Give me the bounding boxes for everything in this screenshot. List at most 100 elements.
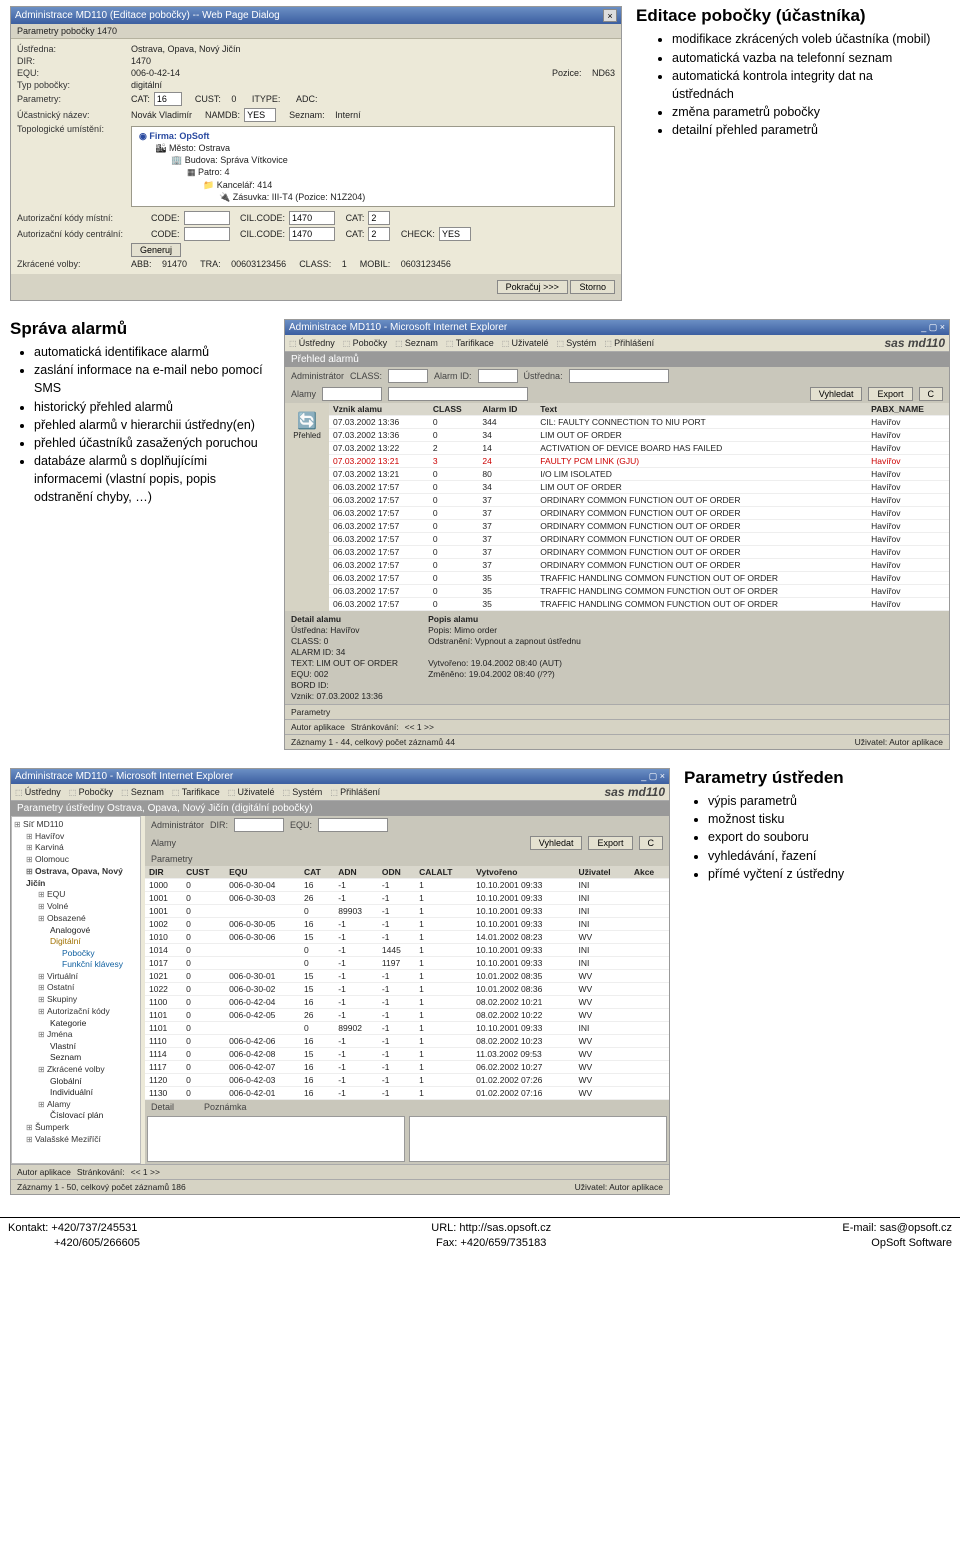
table-row[interactable]: 06.03.2002 17:57035TRAFFIC HANDLING COMM… (329, 597, 949, 610)
user-label: Uživatel: Autor aplikace (575, 1182, 663, 1192)
list-item: historický přehled alarmů (34, 398, 270, 416)
table-row[interactable]: 10220006-0-30-0215-1-1110.01.2002 08:36W… (145, 982, 669, 995)
refresh-icon[interactable]: 🔄 (285, 411, 329, 431)
menu-item[interactable]: Systém (557, 338, 597, 348)
table-row[interactable]: 10010089903-1110.10.2001 09:33INI (145, 904, 669, 917)
label: CIL.CODE: (240, 229, 285, 239)
search-button[interactable]: Vyhledat (530, 836, 583, 850)
ie-titlebar: Administrace MD110 - Microsoft Internet … (11, 769, 669, 784)
table-row[interactable]: 101700-11197110.10.2001 09:33INI (145, 956, 669, 969)
contact-fax: Fax: +420/659/735183 (436, 1237, 546, 1249)
label: Typ pobočky: (17, 80, 127, 90)
label: NAMDB: (205, 110, 240, 120)
label: TRA: (200, 259, 221, 269)
table-row[interactable]: 11010089902-1110.10.2001 09:33INI (145, 1021, 669, 1034)
label: ADC: (296, 94, 318, 104)
alarmid-filter[interactable] (478, 369, 518, 383)
label: Administrátor (291, 371, 344, 381)
clear-button[interactable]: C (919, 387, 944, 401)
table-row[interactable]: 11200006-0-42-0316-1-1101.02.2002 07:26W… (145, 1073, 669, 1086)
table-row[interactable]: 06.03.2002 17:57037ORDINARY COMMON FUNCT… (329, 558, 949, 571)
table-row[interactable]: 101400-11445110.10.2001 09:33INI (145, 943, 669, 956)
menu-item[interactable]: Ústředny (15, 787, 61, 797)
table-row[interactable]: 10010006-0-30-0326-1-1110.10.2001 09:33I… (145, 891, 669, 904)
continue-button[interactable]: Pokračuj >>> (497, 280, 568, 294)
table-row[interactable]: 11010006-0-42-0526-1-1108.02.2002 10:22W… (145, 1008, 669, 1021)
cilcode-input[interactable] (289, 227, 335, 241)
class-filter[interactable] (388, 369, 428, 383)
list-item: zaslání informace na e-mail nebo pomocí … (34, 361, 270, 397)
label: Autor aplikace (17, 1167, 71, 1177)
record-count: Záznamy 1 - 50, celkový počet záznamů 18… (17, 1182, 186, 1192)
table-row[interactable]: 07.03.2002 13:22214ACTIVATION OF DEVICE … (329, 441, 949, 454)
table-row[interactable]: 07.03.2002 13:360344CIL: FAULTY CONNECTI… (329, 415, 949, 428)
label: CAT: (346, 213, 365, 223)
table-row[interactable]: 11170006-0-42-0716-1-1106.02.2002 10:27W… (145, 1060, 669, 1073)
table-row[interactable]: 06.03.2002 17:57035TRAFFIC HANDLING COMM… (329, 584, 949, 597)
export-button[interactable]: Export (588, 836, 632, 850)
menu-item[interactable]: Seznam (121, 787, 164, 797)
table-row[interactable]: 06.03.2002 17:57037ORDINARY COMMON FUNCT… (329, 545, 949, 558)
cilcode-input[interactable] (289, 211, 335, 225)
table-row[interactable]: 11140006-0-42-0815-1-1111.03.2002 09:53W… (145, 1047, 669, 1060)
code-input[interactable] (184, 211, 230, 225)
namdb-input[interactable] (244, 108, 276, 122)
pager[interactable]: << 1 >> (131, 1167, 160, 1177)
ie-title: Administrace MD110 - Microsoft Internet … (15, 771, 233, 782)
label: Parametry: (17, 94, 127, 104)
search-button[interactable]: Vyhledat (810, 387, 863, 401)
table-row[interactable]: 11300006-0-42-0116-1-1101.02.2002 07:16W… (145, 1086, 669, 1099)
cat2-input[interactable] (368, 211, 390, 225)
generate-button[interactable]: Generuj (131, 243, 181, 257)
table-row[interactable]: 06.03.2002 17:57035TRAFFIC HANDLING COMM… (329, 571, 949, 584)
pager[interactable]: << 1 >> (405, 722, 434, 732)
close-icon[interactable]: × (603, 9, 617, 22)
table-row[interactable]: 10210006-0-30-0115-1-1110.01.2002 08:35W… (145, 969, 669, 982)
menu-item[interactable]: Přihlášení (604, 338, 654, 348)
ustredna-filter[interactable] (569, 369, 669, 383)
table-row[interactable]: 10020006-0-30-0516-1-1110.10.2001 09:33I… (145, 917, 669, 930)
table-row[interactable]: 06.03.2002 17:57037ORDINARY COMMON FUNCT… (329, 519, 949, 532)
menu-item[interactable]: Ústředny (289, 338, 335, 348)
table-row[interactable]: 07.03.2002 13:21080I/O LIM ISOLATEDHavíř… (329, 467, 949, 480)
cat2-input[interactable] (368, 227, 390, 241)
table-row[interactable]: 07.03.2002 13:21324FAULTY PCM LINK (GJU)… (329, 454, 949, 467)
table-row[interactable]: 06.03.2002 17:57037ORDINARY COMMON FUNCT… (329, 532, 949, 545)
label: Administrátor (151, 820, 204, 830)
menu-item[interactable]: Seznam (395, 338, 438, 348)
menu-item[interactable]: Přihlášení (330, 787, 380, 797)
code-input[interactable] (184, 227, 230, 241)
menu-item[interactable]: Tarifikace (446, 338, 494, 348)
table-row[interactable]: 06.03.2002 17:57034LIM OUT OF ORDERHavíř… (329, 480, 949, 493)
filter-input[interactable] (322, 387, 382, 401)
value: ND63 (592, 68, 615, 78)
menu-item[interactable]: Uživatelé (228, 787, 275, 797)
table-row[interactable]: 06.03.2002 17:57037ORDINARY COMMON FUNCT… (329, 493, 949, 506)
table-row[interactable]: 06.03.2002 17:57037ORDINARY COMMON FUNCT… (329, 506, 949, 519)
section3-bullets: výpis parametrů možnost tisku export do … (708, 792, 934, 883)
table-row[interactable]: 11000006-0-42-0416-1-1108.02.2002 10:21W… (145, 995, 669, 1008)
menu-item[interactable]: Systém (283, 787, 323, 797)
filter-input[interactable] (388, 387, 528, 401)
menu-item[interactable]: Tarifikace (172, 787, 220, 797)
label: ABB: (131, 259, 152, 269)
clear-button[interactable]: C (639, 836, 664, 850)
table-row[interactable]: 10000006-0-30-0416-1-1110.10.2001 09:33I… (145, 878, 669, 891)
dir-filter[interactable] (234, 818, 284, 832)
label: Parametry (291, 707, 330, 717)
check-input[interactable] (439, 227, 471, 241)
equ-filter[interactable] (318, 818, 388, 832)
dialog-titlebar: Administrace MD110 (Editace pobočky) -- … (11, 7, 621, 24)
detail-header: Detail alamu (291, 614, 398, 624)
table-row[interactable]: 07.03.2002 13:36034LIM OUT OF ORDERHavíř… (329, 428, 949, 441)
menu-item[interactable]: Uživatelé (502, 338, 549, 348)
menu-item[interactable]: Pobočky (69, 787, 113, 797)
cat-input[interactable] (154, 92, 182, 106)
cancel-button[interactable]: Storno (570, 280, 615, 294)
table-row[interactable]: 10100006-0-30-0615-1-1114.01.2002 08:23W… (145, 930, 669, 943)
export-button[interactable]: Export (868, 387, 912, 401)
list-item: detailní přehled parametrů (672, 121, 936, 139)
menu-item[interactable]: Pobočky (343, 338, 387, 348)
table-row[interactable]: 11100006-0-42-0616-1-1108.02.2002 10:23W… (145, 1034, 669, 1047)
tree-sidebar: Síť MD110 Havířov Karviná Olomouc Ostrav… (11, 816, 141, 1164)
